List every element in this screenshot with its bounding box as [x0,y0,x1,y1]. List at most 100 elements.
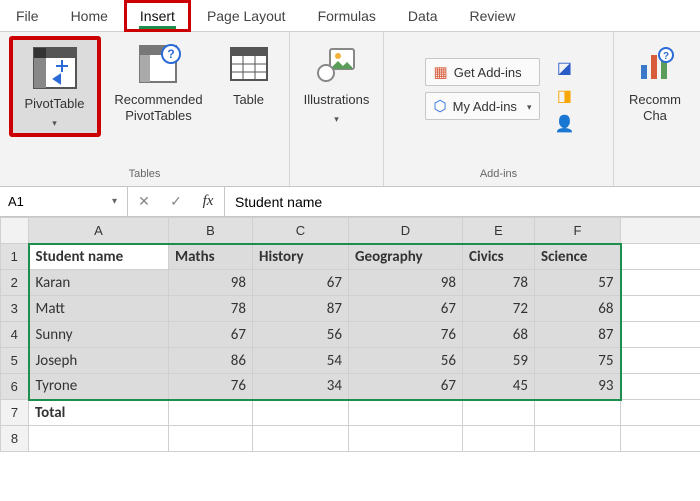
cell[interactable]: 87 [253,296,349,322]
cell[interactable]: 98 [169,270,253,296]
cell[interactable]: 75 [535,348,621,374]
col-header-D[interactable]: D [349,218,463,244]
cell[interactable] [349,426,463,452]
cell[interactable]: 87 [535,322,621,348]
recommended-pivot-button[interactable]: ? Recommended PivotTables [107,36,211,128]
cell[interactable]: Joseph [29,348,169,374]
row-header[interactable]: 1 [1,244,29,270]
tab-insert[interactable]: Insert [124,0,191,32]
cell[interactable] [621,374,700,400]
row-header[interactable]: 5 [1,348,29,374]
cell[interactable] [29,426,169,452]
cell[interactable] [621,270,700,296]
people-graph-icon[interactable]: 👤 [555,114,575,134]
cell[interactable]: 98 [349,270,463,296]
my-addins-button[interactable]: ⬡ My Add-ins ▾ [425,92,541,120]
cell[interactable]: 68 [535,296,621,322]
tab-review[interactable]: Review [454,0,532,31]
pivot-table-button[interactable]: PivotTable ▾ [9,36,101,137]
col-header-E[interactable]: E [463,218,535,244]
cell[interactable] [621,426,700,452]
tab-page-layout[interactable]: Page Layout [191,0,302,31]
cell[interactable] [535,426,621,452]
get-addins-button[interactable]: ▦ Get Add-ins [425,58,541,86]
cell[interactable]: 34 [253,374,349,400]
cell[interactable] [621,322,700,348]
cell[interactable] [535,400,621,426]
cell[interactable]: 72 [463,296,535,322]
cell[interactable]: History [253,244,349,270]
name-box-dropdown[interactable]: ▾ [108,196,121,207]
col-header-C[interactable]: C [253,218,349,244]
cell[interactable]: Science [535,244,621,270]
tab-formulas[interactable]: Formulas [302,0,392,31]
row-header[interactable]: 4 [1,322,29,348]
cell[interactable] [621,296,700,322]
cell[interactable]: 67 [349,374,463,400]
cell[interactable] [253,400,349,426]
name-box[interactable]: ▾ [0,187,128,216]
cell[interactable]: 56 [349,348,463,374]
fx-button[interactable]: fx [192,193,224,210]
enter-formula-button[interactable]: ✓ [160,193,192,210]
cell[interactable] [621,400,700,426]
cell[interactable]: Tyrone [29,374,169,400]
bing-icon[interactable]: ◨ [557,86,572,106]
cell[interactable]: 78 [463,270,535,296]
chevron-down-icon: ▾ [334,114,339,125]
cell[interactable]: 56 [253,322,349,348]
cell[interactable]: 45 [463,374,535,400]
select-all-corner[interactable] [1,218,29,244]
name-box-input[interactable] [6,193,108,210]
tab-home[interactable]: Home [55,0,124,31]
formula-input[interactable] [225,187,700,216]
cell[interactable]: 67 [253,270,349,296]
cell[interactable] [463,426,535,452]
col-header-A[interactable]: A [29,218,169,244]
col-header-G[interactable] [621,218,700,244]
col-header-B[interactable]: B [169,218,253,244]
cell[interactable]: 67 [349,296,463,322]
visio-icon[interactable]: ◪ [557,58,572,78]
cell[interactable]: 86 [169,348,253,374]
cell[interactable] [253,426,349,452]
illustrations-button[interactable]: Illustrations ▾ [296,36,378,129]
recommended-charts-button[interactable]: ? Recomm Cha [619,36,691,128]
cell[interactable] [169,426,253,452]
cell[interactable]: Total [29,400,169,426]
cell[interactable] [621,244,700,270]
cell[interactable]: 57 [535,270,621,296]
recommended-pivot-icon: ? [136,40,182,88]
cell[interactable]: 67 [169,322,253,348]
col-header-F[interactable]: F [535,218,621,244]
cell[interactable]: 59 [463,348,535,374]
group-charts: ? Recomm Cha [614,32,696,186]
cell[interactable]: Sunny [29,322,169,348]
cell[interactable]: Civics [463,244,535,270]
cell[interactable]: Karan [29,270,169,296]
row-header[interactable]: 8 [1,426,29,452]
cancel-formula-button[interactable]: ✕ [128,193,160,210]
cell[interactable] [621,348,700,374]
cell[interactable]: 93 [535,374,621,400]
cell[interactable]: 76 [169,374,253,400]
cell[interactable]: 76 [349,322,463,348]
cell[interactable] [463,400,535,426]
row-header[interactable]: 2 [1,270,29,296]
table-button[interactable]: Table [217,36,281,112]
cell[interactable]: 54 [253,348,349,374]
cell[interactable]: Matt [29,296,169,322]
cell[interactable]: Geography [349,244,463,270]
cell[interactable]: 68 [463,322,535,348]
tab-data[interactable]: Data [392,0,454,31]
grid[interactable]: A B C D E F 1 Student name Maths History… [0,217,700,452]
cell[interactable]: Maths [169,244,253,270]
row-header[interactable]: 7 [1,400,29,426]
cell[interactable]: 78 [169,296,253,322]
tab-file[interactable]: File [0,0,55,31]
row-header[interactable]: 6 [1,374,29,400]
cell[interactable] [349,400,463,426]
cell[interactable]: Student name [29,244,169,270]
row-header[interactable]: 3 [1,296,29,322]
cell[interactable] [169,400,253,426]
